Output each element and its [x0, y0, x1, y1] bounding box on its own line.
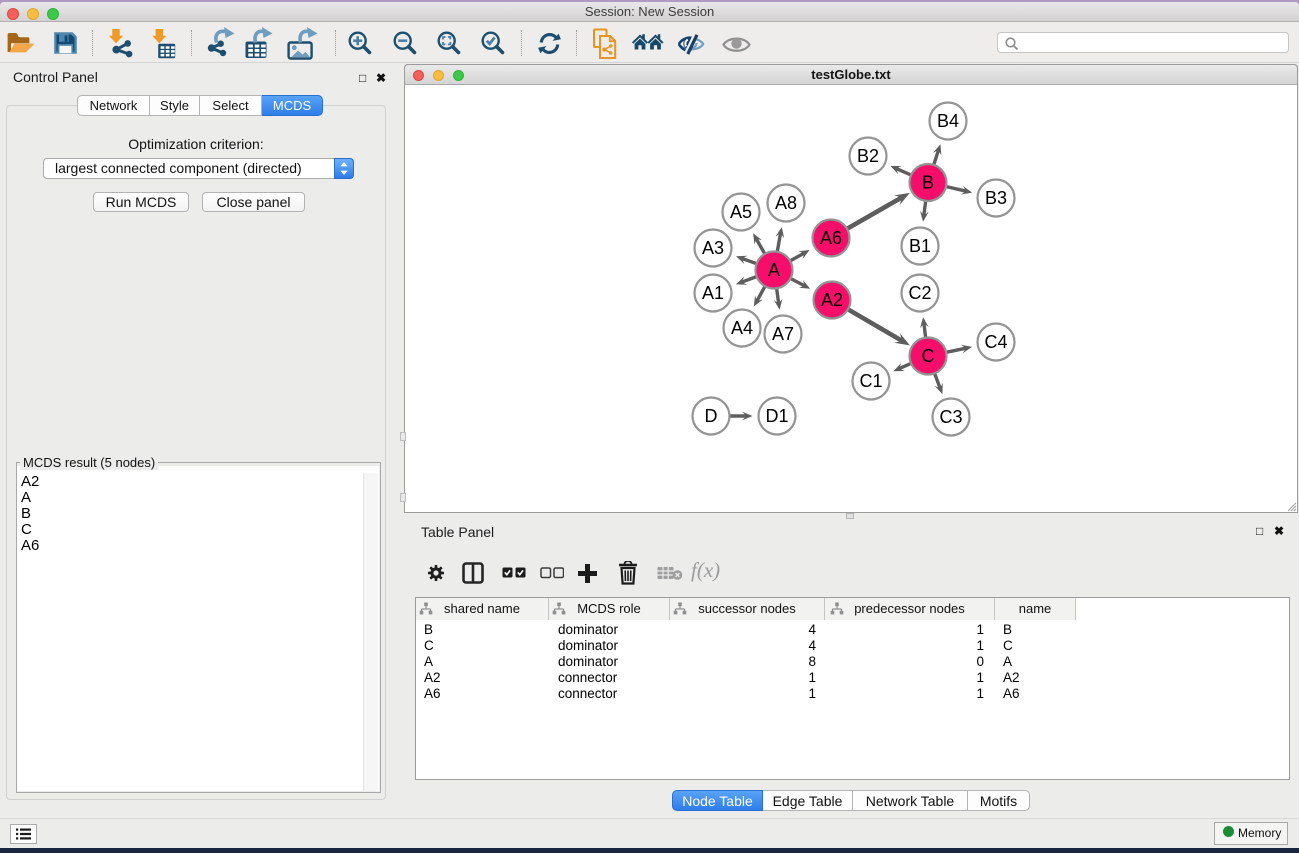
- svg-text:A6: A6: [820, 228, 842, 248]
- svg-text:C4: C4: [984, 332, 1007, 352]
- svg-text:A: A: [768, 260, 780, 280]
- svg-text:B: B: [922, 173, 934, 193]
- svg-text:A5: A5: [730, 202, 752, 222]
- svg-text:A7: A7: [772, 324, 794, 344]
- svg-text:A4: A4: [731, 318, 753, 338]
- svg-text:D1: D1: [765, 406, 788, 426]
- svg-text:A8: A8: [775, 193, 797, 213]
- svg-text:C2: C2: [908, 283, 931, 303]
- svg-text:C1: C1: [859, 371, 882, 391]
- svg-text:A3: A3: [702, 238, 724, 258]
- svg-text:C: C: [922, 346, 935, 366]
- svg-text:B2: B2: [857, 146, 879, 166]
- svg-text:B1: B1: [909, 236, 931, 256]
- svg-text:C3: C3: [939, 407, 962, 427]
- svg-text:B4: B4: [937, 111, 959, 131]
- svg-text:D: D: [705, 406, 718, 426]
- svg-text:A1: A1: [702, 283, 724, 303]
- svg-text:B3: B3: [985, 188, 1007, 208]
- svg-text:A2: A2: [821, 290, 843, 310]
